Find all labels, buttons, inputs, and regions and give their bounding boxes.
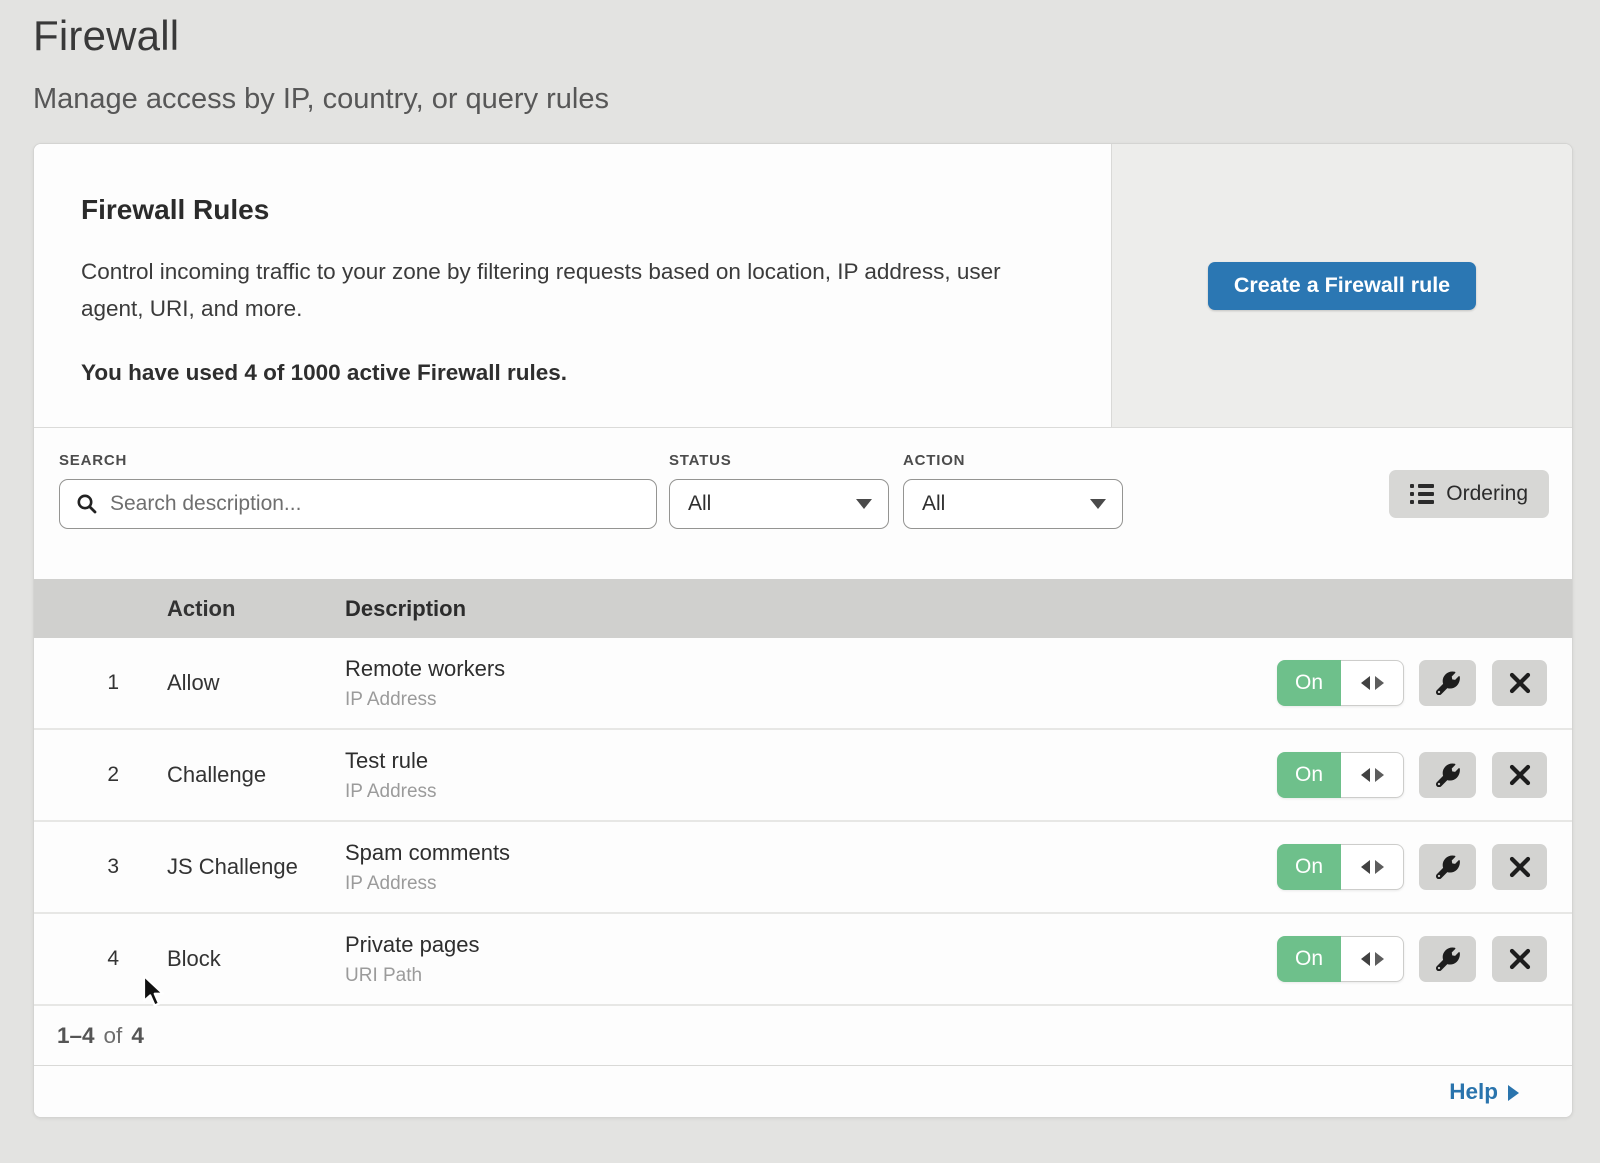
rule-match-type: IP Address (345, 781, 1277, 803)
help-row: Help (34, 1066, 1572, 1117)
rule-description: Private pages (345, 932, 1277, 958)
rule-action: Challenge (167, 762, 345, 788)
rule-description-cell: Test rule IP Address (345, 748, 1277, 803)
column-header-description: Description (345, 596, 1572, 622)
delete-rule-button[interactable] (1492, 660, 1547, 706)
rule-enabled-toggle[interactable]: On (1277, 660, 1404, 706)
left-right-arrows-icon[interactable] (1341, 752, 1404, 798)
table-row: 3 JS Challenge Spam comments IP Address … (34, 822, 1572, 914)
left-right-arrows-icon[interactable] (1341, 936, 1404, 982)
pagination-of: of (104, 1023, 123, 1049)
action-field-group: ACTION All (903, 444, 1137, 529)
overview-action-panel: Create a Firewall rule (1111, 144, 1572, 427)
table-row: 4 Block Private pages URI Path On (34, 914, 1572, 1006)
toggle-on-label: On (1277, 936, 1341, 982)
rule-description: Spam comments (345, 840, 1277, 866)
x-icon (1509, 948, 1531, 970)
rule-priority: 2 (34, 763, 167, 787)
delete-rule-button[interactable] (1492, 752, 1547, 798)
rule-action: Allow (167, 670, 345, 696)
caret-right-icon (1508, 1085, 1519, 1101)
help-link[interactable]: Help (1449, 1079, 1519, 1105)
delete-rule-button[interactable] (1492, 844, 1547, 890)
rule-description: Remote workers (345, 656, 1277, 682)
x-icon (1509, 764, 1531, 786)
usage-summary: You have used 4 of 1000 active Firewall … (81, 360, 1051, 386)
rule-match-type: IP Address (345, 873, 1277, 895)
action-selected-value: All (922, 492, 945, 516)
section-heading: Firewall Rules (81, 194, 1051, 226)
chevron-down-icon (1090, 499, 1106, 509)
rule-priority: 1 (34, 671, 167, 695)
rule-action: Block (167, 946, 345, 972)
action-label: ACTION (903, 453, 1137, 469)
rule-priority: 3 (34, 855, 167, 879)
action-select[interactable]: All (903, 479, 1123, 529)
rules-list: 1 Allow Remote workers IP Address On (34, 638, 1572, 1006)
page-header: Firewall Manage access by IP, country, o… (0, 0, 1600, 116)
wrench-icon (1436, 671, 1460, 695)
edit-rule-button[interactable] (1419, 844, 1476, 890)
rule-priority: 4 (34, 947, 167, 971)
table-row: 1 Allow Remote workers IP Address On (34, 638, 1572, 730)
rule-controls: On (1277, 936, 1572, 982)
table-header-row: Action Description (34, 579, 1572, 638)
rule-enabled-toggle[interactable]: On (1277, 752, 1404, 798)
toggle-on-label: On (1277, 752, 1341, 798)
delete-rule-button[interactable] (1492, 936, 1547, 982)
rule-enabled-toggle[interactable]: On (1277, 936, 1404, 982)
search-icon (76, 493, 98, 515)
overview-section: Firewall Rules Control incoming traffic … (34, 144, 1572, 428)
column-header-action: Action (167, 596, 345, 622)
page-title: Firewall (33, 12, 1600, 60)
rule-enabled-toggle[interactable]: On (1277, 844, 1404, 890)
edit-rule-button[interactable] (1419, 936, 1476, 982)
toggle-on-label: On (1277, 660, 1341, 706)
page-subtitle: Manage access by IP, country, or query r… (33, 82, 1600, 116)
filters-bar: SEARCH STATUS All ACTION All (34, 428, 1572, 579)
status-selected-value: All (688, 492, 711, 516)
wrench-icon (1436, 763, 1460, 787)
ordered-list-icon (1410, 484, 1434, 504)
left-right-arrows-icon[interactable] (1341, 660, 1404, 706)
rule-description-cell: Remote workers IP Address (345, 656, 1277, 711)
chevron-down-icon (856, 499, 872, 509)
ordering-button-label: Ordering (1446, 482, 1528, 506)
pagination-total: 4 (131, 1023, 144, 1049)
rule-match-type: URI Path (345, 965, 1277, 987)
toggle-on-label: On (1277, 844, 1341, 890)
rule-controls: On (1277, 660, 1572, 706)
wrench-icon (1436, 947, 1460, 971)
help-link-label: Help (1449, 1079, 1498, 1105)
left-right-arrows-icon[interactable] (1341, 844, 1404, 890)
table-row: 2 Challenge Test rule IP Address On (34, 730, 1572, 822)
search-label: SEARCH (59, 453, 669, 469)
edit-rule-button[interactable] (1419, 752, 1476, 798)
overview-text: Firewall Rules Control incoming traffic … (34, 144, 1111, 427)
pagination: 1–4 of 4 (34, 1006, 1572, 1066)
rule-description: Test rule (345, 748, 1277, 774)
rule-controls: On (1277, 752, 1572, 798)
search-box[interactable] (59, 479, 657, 529)
edit-rule-button[interactable] (1419, 660, 1476, 706)
rule-action: JS Challenge (167, 854, 345, 880)
section-description: Control incoming traffic to your zone by… (81, 253, 1041, 327)
create-firewall-rule-button[interactable]: Create a Firewall rule (1208, 262, 1476, 310)
wrench-icon (1436, 855, 1460, 879)
x-icon (1509, 672, 1531, 694)
rule-description-cell: Spam comments IP Address (345, 840, 1277, 895)
rule-controls: On (1277, 844, 1572, 890)
rule-description-cell: Private pages URI Path (345, 932, 1277, 987)
pagination-range: 1–4 (57, 1023, 95, 1049)
status-label: STATUS (669, 453, 903, 469)
status-select[interactable]: All (669, 479, 889, 529)
rule-match-type: IP Address (345, 689, 1277, 711)
search-field-group: SEARCH (59, 444, 669, 529)
firewall-rules-card: Firewall Rules Control incoming traffic … (33, 143, 1573, 1118)
x-icon (1509, 856, 1531, 878)
search-input[interactable] (110, 492, 640, 516)
ordering-button[interactable]: Ordering (1389, 470, 1549, 518)
status-field-group: STATUS All (669, 444, 903, 529)
